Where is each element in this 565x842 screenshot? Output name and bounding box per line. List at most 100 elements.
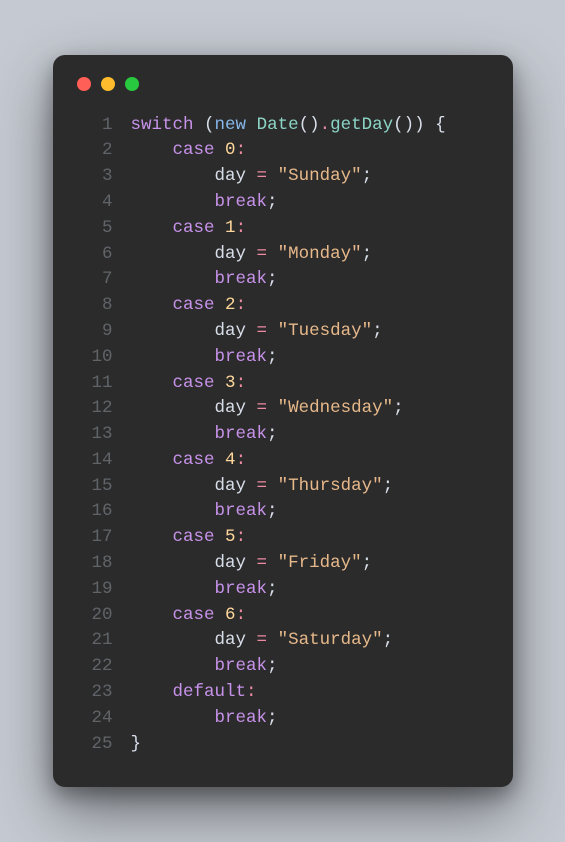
code-token	[131, 190, 215, 216]
line-content: day = "Monday";	[113, 242, 373, 268]
code-token	[131, 293, 173, 319]
line-content: break;	[113, 422, 278, 448]
window-controls	[77, 77, 489, 91]
code-token	[267, 396, 278, 422]
line-number: 7	[77, 267, 113, 293]
code-line: 19 break;	[77, 577, 489, 603]
code-token	[131, 242, 215, 268]
code-line: 25}	[77, 732, 489, 758]
code-line: 20 case 6:	[77, 603, 489, 629]
line-content: day = "Sunday";	[113, 164, 373, 190]
code-token	[131, 396, 215, 422]
code-token	[215, 293, 226, 319]
code-line: 11 case 3:	[77, 371, 489, 397]
line-number: 19	[77, 577, 113, 603]
minimize-icon[interactable]	[101, 77, 115, 91]
line-content: day = "Thursday";	[113, 474, 394, 500]
code-token: ())	[393, 113, 425, 139]
code-token: :	[236, 293, 247, 319]
code-token	[215, 371, 226, 397]
code-line: 9 day = "Tuesday";	[77, 319, 489, 345]
maximize-icon[interactable]	[125, 77, 139, 91]
line-number: 16	[77, 499, 113, 525]
code-token	[131, 138, 173, 164]
code-token	[131, 654, 215, 680]
code-token: ;	[267, 267, 278, 293]
code-token	[246, 551, 257, 577]
line-content: break;	[113, 654, 278, 680]
code-block: 1switch (new Date().getDay()) {2 case 0:…	[77, 113, 489, 758]
code-token	[131, 603, 173, 629]
code-line: 2 case 0:	[77, 138, 489, 164]
code-token: 2	[225, 293, 236, 319]
line-number: 13	[77, 422, 113, 448]
code-token: break	[215, 190, 268, 216]
code-token: day	[215, 551, 247, 577]
code-token	[131, 680, 173, 706]
code-token: switch	[131, 113, 194, 139]
code-token: case	[173, 371, 215, 397]
code-token: :	[236, 525, 247, 551]
code-token	[267, 242, 278, 268]
line-content: break;	[113, 345, 278, 371]
code-token: break	[215, 706, 268, 732]
code-line: 5 case 1:	[77, 216, 489, 242]
code-token: =	[257, 551, 268, 577]
line-content: case 5:	[113, 525, 247, 551]
code-token	[215, 525, 226, 551]
code-token	[131, 706, 215, 732]
line-content: break;	[113, 190, 278, 216]
line-number: 12	[77, 396, 113, 422]
code-line: 15 day = "Thursday";	[77, 474, 489, 500]
code-token	[267, 164, 278, 190]
code-token: getDay	[330, 113, 393, 139]
code-line: 13 break;	[77, 422, 489, 448]
code-window: 1switch (new Date().getDay()) {2 case 0:…	[53, 55, 513, 788]
code-token: =	[257, 242, 268, 268]
line-content: day = "Saturday";	[113, 628, 394, 654]
line-content: case 2:	[113, 293, 247, 319]
code-token	[425, 113, 436, 139]
close-icon[interactable]	[77, 77, 91, 91]
code-token: case	[173, 603, 215, 629]
code-token: =	[257, 164, 268, 190]
code-line: 6 day = "Monday";	[77, 242, 489, 268]
line-content: case 3:	[113, 371, 247, 397]
code-token	[215, 603, 226, 629]
code-token: ;	[362, 551, 373, 577]
code-token	[215, 138, 226, 164]
code-token: ;	[362, 242, 373, 268]
code-token: 6	[225, 603, 236, 629]
code-token: ;	[267, 654, 278, 680]
code-token: break	[215, 654, 268, 680]
code-token: break	[215, 345, 268, 371]
code-line: 18 day = "Friday";	[77, 551, 489, 577]
code-token: ;	[383, 628, 394, 654]
code-token: "Monday"	[278, 242, 362, 268]
code-token	[131, 164, 215, 190]
code-token	[246, 396, 257, 422]
code-token	[131, 371, 173, 397]
line-number: 8	[77, 293, 113, 319]
code-token: :	[236, 371, 247, 397]
code-token: ;	[372, 319, 383, 345]
code-token: day	[215, 396, 247, 422]
code-token: :	[236, 216, 247, 242]
code-line: 17 case 5:	[77, 525, 489, 551]
code-token: =	[257, 628, 268, 654]
code-token	[267, 551, 278, 577]
line-number: 6	[77, 242, 113, 268]
code-line: 14 case 4:	[77, 448, 489, 474]
code-token: ;	[383, 474, 394, 500]
line-content: case 4:	[113, 448, 247, 474]
code-token: break	[215, 267, 268, 293]
code-token: case	[173, 293, 215, 319]
code-token	[131, 499, 215, 525]
code-token: Date	[257, 113, 299, 139]
code-token	[246, 474, 257, 500]
code-line: 3 day = "Sunday";	[77, 164, 489, 190]
code-line: 12 day = "Wednesday";	[77, 396, 489, 422]
code-token: :	[246, 680, 257, 706]
code-token	[246, 628, 257, 654]
code-line: 7 break;	[77, 267, 489, 293]
